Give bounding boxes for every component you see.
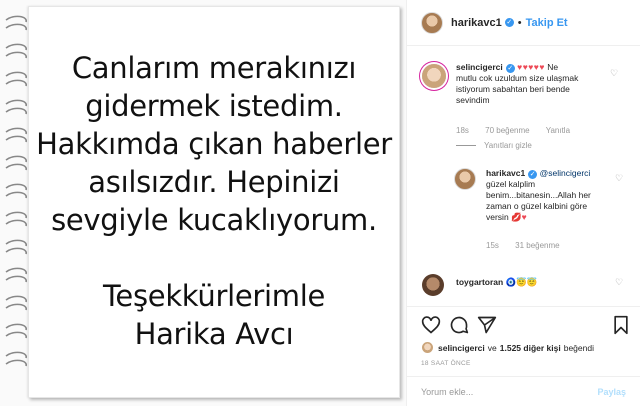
notebook-page: Canlarım merakınızı gidermek istedim. Ha… [28,6,400,398]
like-comment-heart-icon[interactable]: ♡ [615,173,623,184]
comment-meta: 18s 70 beğenme Yanıtla [456,125,584,136]
header-username[interactable]: harikavc1 [451,17,502,29]
emoji-text: 🧿😇😇 [505,277,538,287]
notebook-spiral [5,15,27,367]
post-actions: selincigerci ve 1.525 diğer kişi beğendi… [407,306,640,376]
mention-link[interactable]: @selincigerci [540,168,591,178]
comment-text: zaman o güzel kalbini göre [486,201,588,211]
avatar[interactable] [421,11,443,34]
comment-meta: 15s 31 beğenme [486,240,574,251]
like-comment-heart-icon[interactable]: ♡ [610,68,618,79]
hearts-emoji: ♥♥♥♥♥ [517,62,545,72]
verified-badge-icon: ✓ [504,18,514,27]
share-icon[interactable] [477,315,497,335]
note-line: gidermek istedim. [85,89,343,123]
save-bookmark-icon[interactable] [611,315,631,335]
comment-time: 18s [456,126,469,135]
heart-icon[interactable] [421,315,441,335]
note-line: sevgiyle kucaklıyorum. [51,203,377,237]
avatar[interactable] [422,64,446,88]
post-header: harikavc1 ✓ • Takip Et [407,0,640,46]
comment-text: güzel kalplim [486,179,536,189]
kiss-heart-emoji: 💋♥ [511,212,527,222]
comment-text: mutlu cok uzuldum size ulaşmak [456,73,579,83]
post-timestamp[interactable]: 18 SAAT ÖNCE [421,360,471,367]
reply-button[interactable]: Yanıtla [546,126,570,135]
separator-dot: • [517,16,522,29]
hide-replies-button[interactable]: Yanıtları gizle [456,140,532,151]
post-panel: harikavc1 ✓ • Takip Et selincigerci ✓ ♥♥♥… [406,0,640,406]
avatar[interactable] [454,168,476,190]
comment-item: toygartoran 🧿😇😇 [456,277,616,288]
add-comment-bar: Yorum ekle... Paylaş [407,376,640,406]
note-signature: Teşekkürlerimle Harika Avcı [29,277,399,353]
likes-suffix: beğendi [563,342,594,353]
comment-time: 15s [486,241,499,250]
verified-badge-icon: ✓ [505,64,515,73]
likes-others-link[interactable]: 1.525 diğer kişi [500,343,561,353]
comments-list: selincigerci ✓ ♥♥♥♥♥ Ne mutlu cok uzuldum… [407,46,640,306]
note-line: asılsızdır. Hepinizi [88,165,340,199]
post-image[interactable]: Canlarım merakınızı gidermek istedim. Ha… [0,0,406,406]
note-line: Teşekkürlerimle [102,279,326,313]
comment-input[interactable]: Yorum ekle... [421,387,597,397]
note-line: Harika Avcı [134,317,294,351]
likes-first-user[interactable]: selincigerci [438,343,485,353]
comment-likes[interactable]: 70 beğenme [485,126,529,135]
comment-text: benim...bitanesin...Allah her [486,190,591,200]
comment-username[interactable]: toygartoran [456,277,503,287]
comment-text: Ne [547,62,559,72]
comment-text: istiyorum sabahtan beri bende [456,84,570,94]
avatar [421,341,434,354]
like-comment-heart-icon[interactable]: ♡ [615,277,623,288]
hide-replies-label: Yanıtları gizle [484,141,532,150]
verified-badge-icon: ✓ [528,170,538,179]
comment-item: selincigerci ✓ ♥♥♥♥♥ Ne mutlu cok uzuldum… [456,62,624,106]
comment-reply-item: harikavc1 ✓ @selincigerci güzel kalplim b… [486,168,616,223]
comment-username[interactable]: harikavc1 [486,168,525,178]
comment-username[interactable]: selincigerci [456,62,503,72]
avatar[interactable] [422,274,444,296]
follow-button[interactable]: Takip Et [526,17,568,29]
comment-likes[interactable]: 31 beğenme [515,241,559,250]
comment-text: versin [486,212,509,222]
comment-icon[interactable] [449,315,469,335]
post-comment-button[interactable]: Paylaş [597,387,626,397]
likes-summary: selincigerci ve 1.525 diğer kişi beğendi [421,341,594,354]
note-message: Canlarım merakınızı gidermek istedim. Ha… [29,49,399,239]
note-line: Hakkımda çıkan haberler [36,127,392,161]
note-line: Canlarım merakınızı [71,51,357,85]
comment-text: sevindim [456,95,490,105]
likes-connector: ve [487,342,497,353]
